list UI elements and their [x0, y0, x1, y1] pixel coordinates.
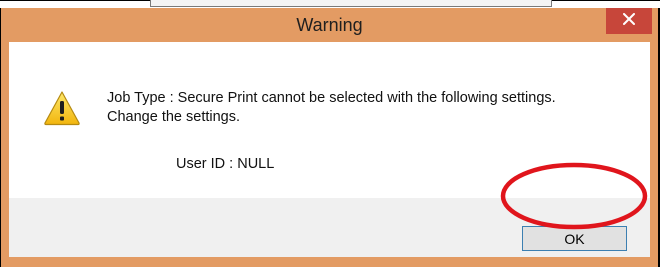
- dialog-body: Job Type : Secure Print cannot be select…: [9, 42, 650, 257]
- message-line-1: Job Type : Secure Print cannot be select…: [107, 90, 556, 106]
- dialog-title: Warning: [296, 15, 363, 35]
- dialog-titlebar[interactable]: Warning: [1, 8, 658, 42]
- user-id-detail: User ID : NULL: [176, 156, 275, 172]
- ok-button[interactable]: OK: [522, 226, 627, 251]
- warning-message: Job Type : Secure Print cannot be select…: [107, 89, 647, 127]
- message-line-2: Change the settings.: [107, 109, 241, 125]
- warning-icon: [43, 90, 81, 126]
- close-icon: [623, 12, 635, 30]
- background-input-edge: [150, 0, 552, 7]
- warning-dialog: Warning Job Type: Secure Print cannot b…: [0, 8, 660, 267]
- close-button[interactable]: [606, 8, 652, 34]
